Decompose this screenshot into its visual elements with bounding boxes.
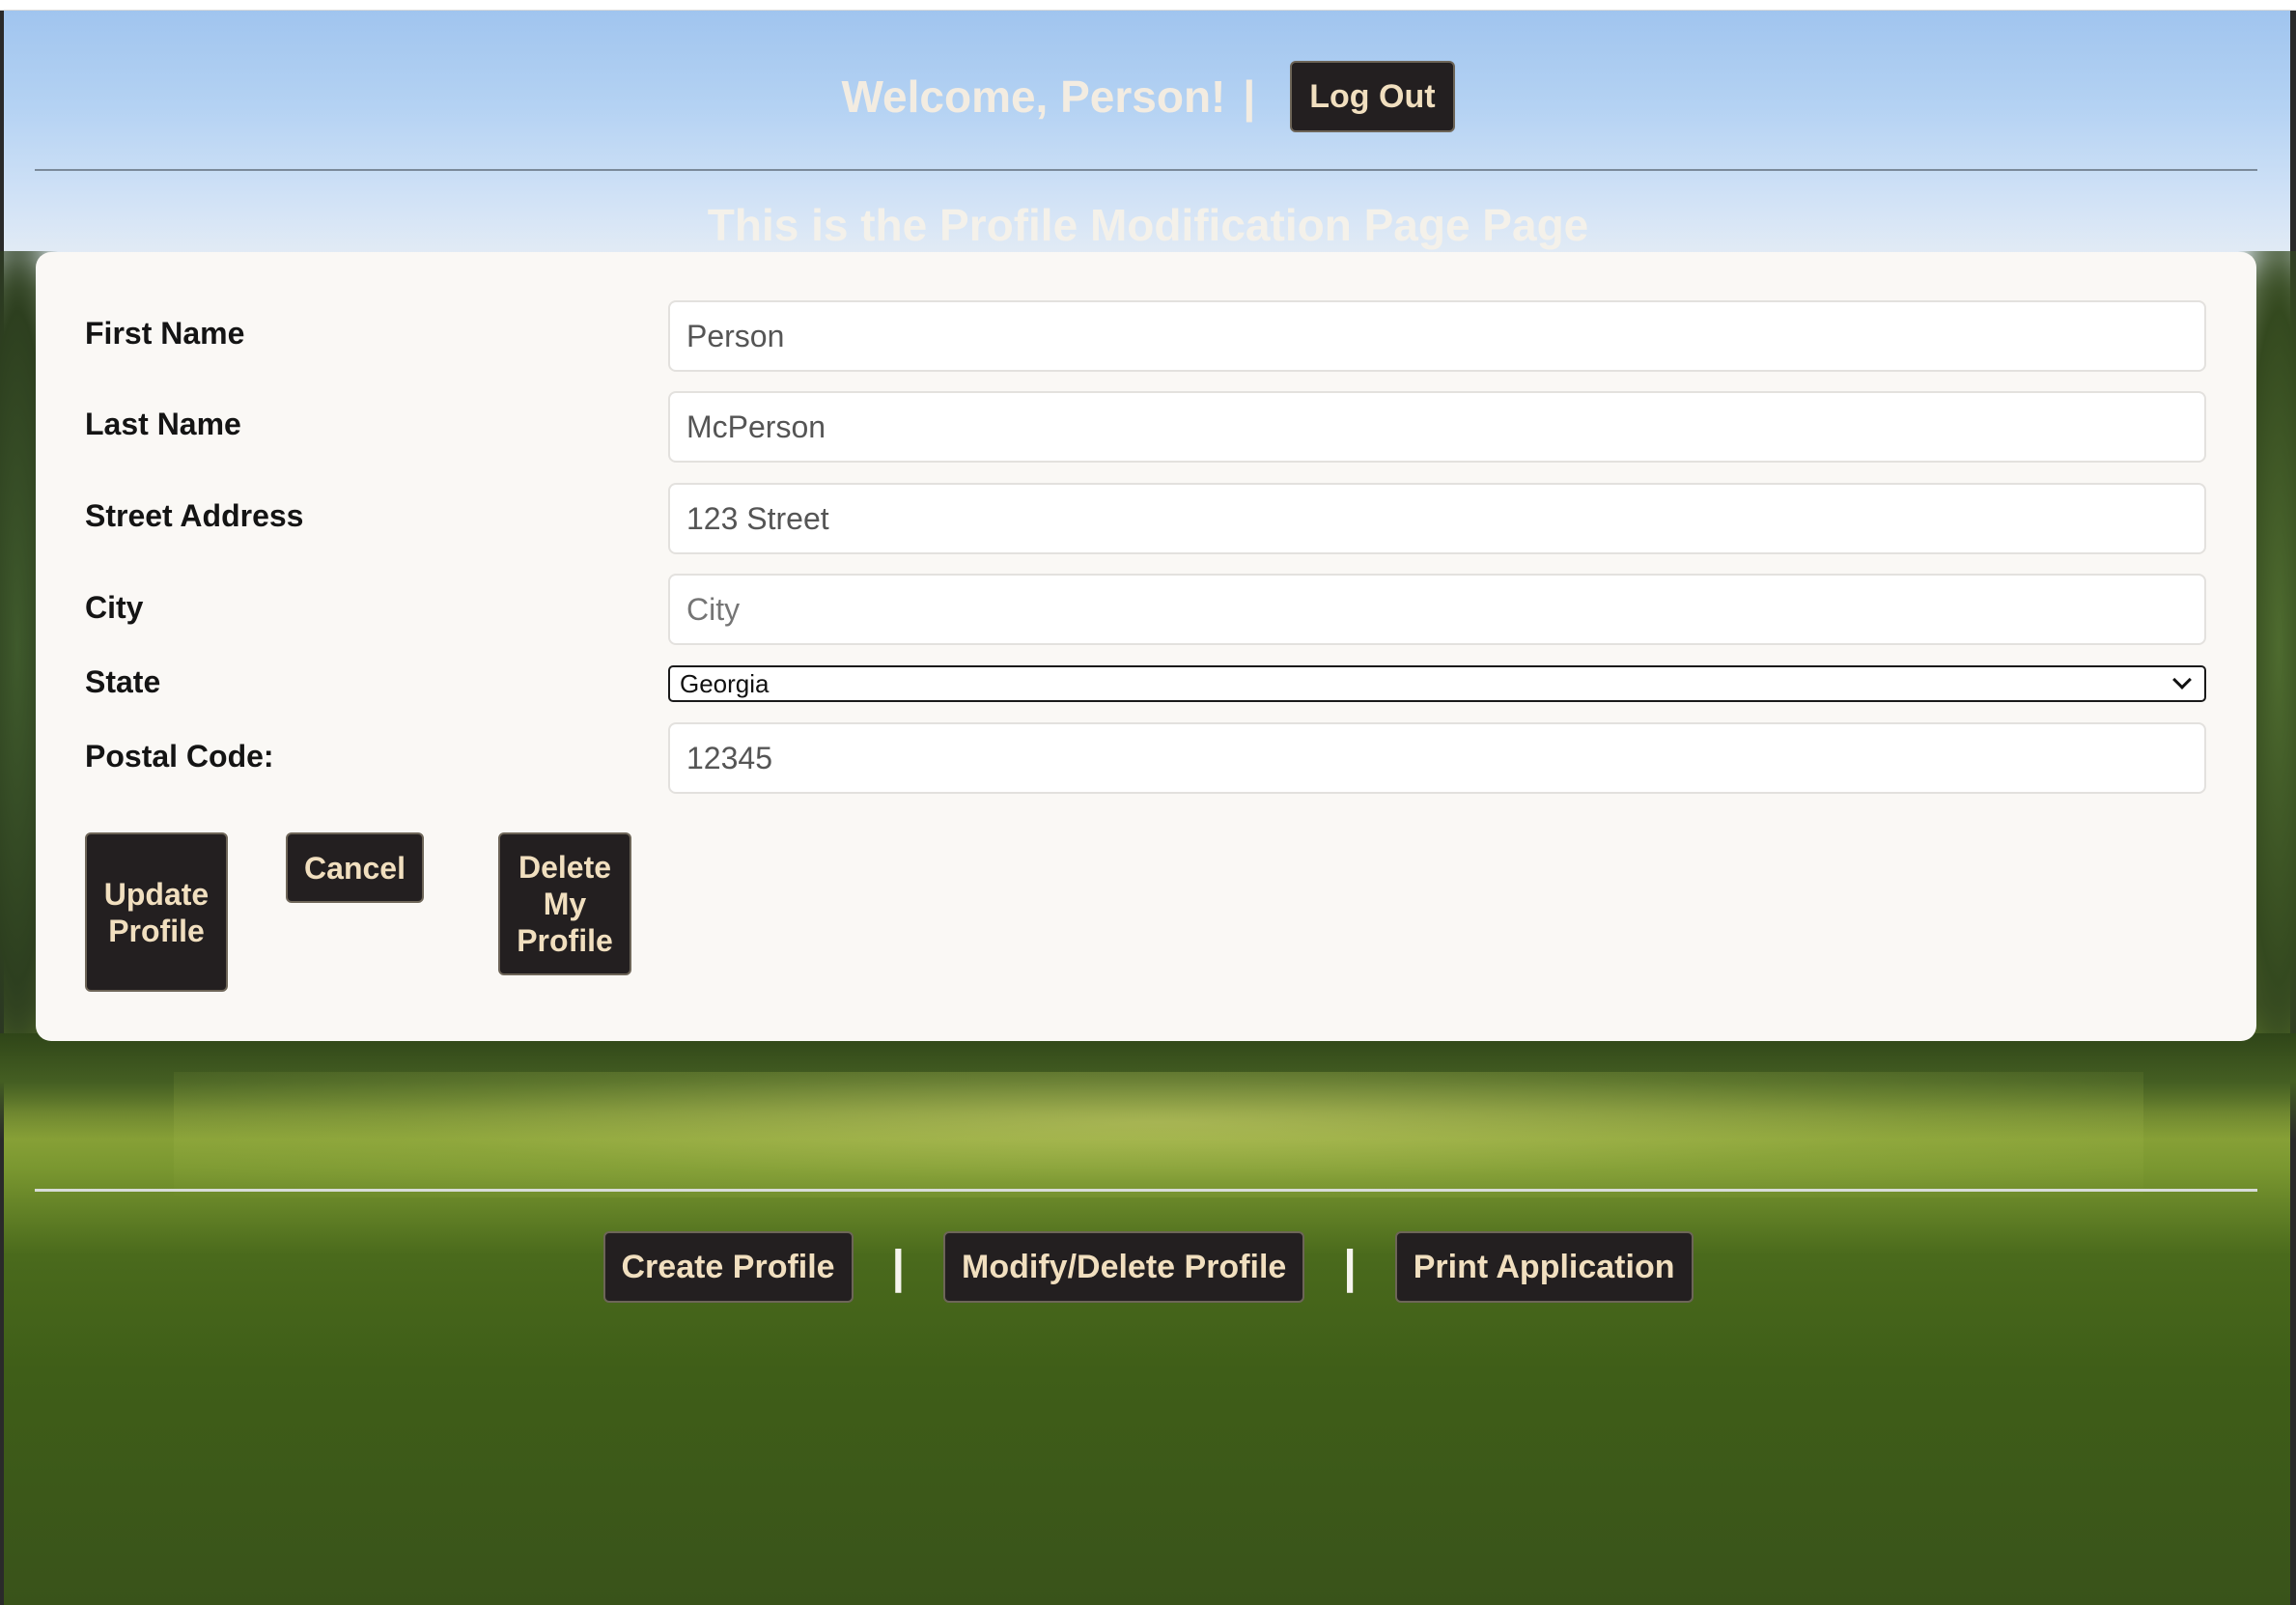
last-name-field[interactable] (668, 391, 2206, 463)
city-field[interactable] (668, 574, 2206, 645)
chevron-down-icon (2172, 670, 2192, 690)
first-name-field[interactable] (668, 300, 2206, 372)
background-lawn (174, 1072, 2143, 1197)
header-separator: | (1243, 71, 1256, 122)
page-title: This is the Profile Modification Page Pa… (707, 200, 1589, 250)
profile-form-card: First Name Last Name Street Address City… (36, 252, 2256, 1041)
logout-button[interactable]: Log Out (1290, 61, 1455, 132)
state-label: State (85, 664, 161, 699)
cancel-button[interactable]: Cancel (286, 832, 424, 903)
header-bar: Welcome, Person! | Log Out (0, 58, 2296, 135)
state-select-value: Georgia (680, 668, 770, 698)
city-label: City (85, 590, 144, 625)
street-address-field[interactable] (668, 483, 2206, 554)
delete-profile-button[interactable]: Delete My Profile (498, 832, 631, 975)
footer-nav: Create Profile | Modify/Delete Profile |… (0, 1231, 2296, 1303)
print-application-button[interactable]: Print Application (1394, 1231, 1694, 1303)
footer-separator: | (891, 1241, 906, 1293)
welcome-message: Welcome, Person! (841, 71, 1226, 122)
postal-code-field[interactable] (668, 722, 2206, 794)
modify-delete-profile-button[interactable]: Modify/Delete Profile (943, 1231, 1305, 1303)
street-address-label: Street Address (85, 498, 304, 533)
footer-separator: | (1343, 1241, 1357, 1293)
create-profile-button[interactable]: Create Profile (602, 1231, 854, 1303)
update-profile-button[interactable]: Update Profile (85, 832, 228, 992)
top-divider (35, 169, 2257, 171)
postal-code-label: Postal Code: (85, 739, 274, 774)
bottom-divider (35, 1189, 2257, 1192)
state-select[interactable]: Georgia (668, 665, 2206, 702)
last-name-label: Last Name (85, 407, 241, 441)
first-name-label: First Name (85, 316, 245, 351)
browser-top-strip (0, 0, 2296, 11)
